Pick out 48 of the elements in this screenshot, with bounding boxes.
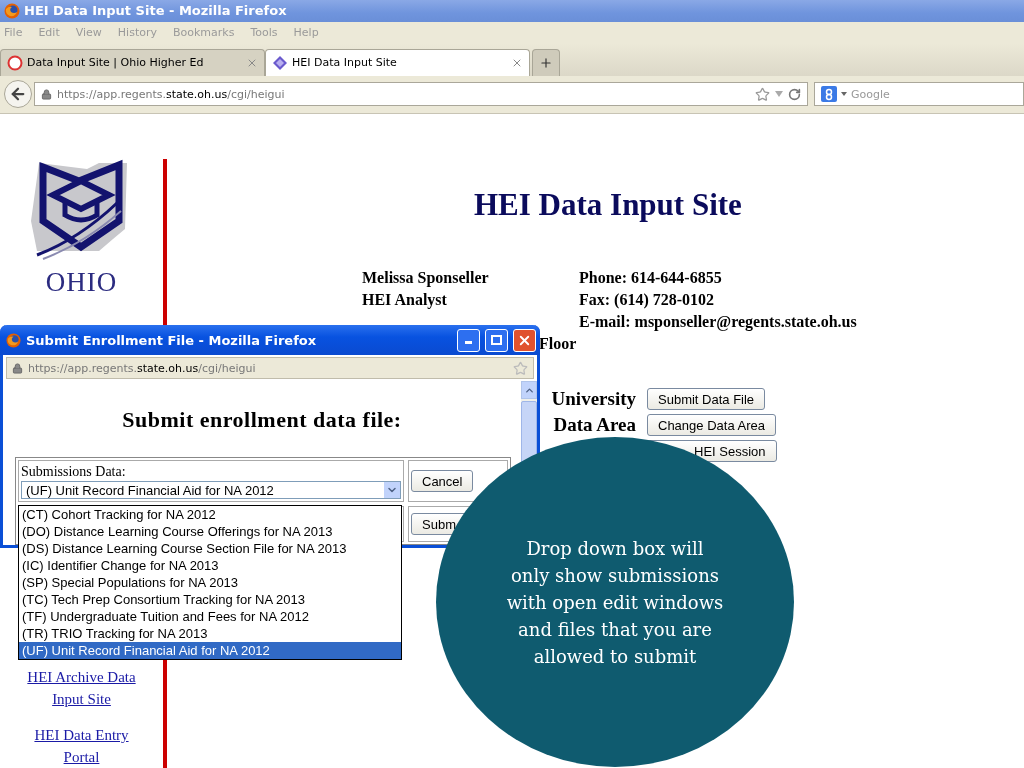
url-text: https://app.regents.state.oh.us/cgi/heigui <box>57 87 286 101</box>
action-button[interactable]: Change Data Area <box>647 414 776 436</box>
contact-name: Melissa Sponseller <box>362 268 490 289</box>
new-tab-button[interactable] <box>532 48 560 76</box>
lock-icon <box>12 362 23 374</box>
search-engine-icon <box>821 86 837 103</box>
window-title: HEI Data Input Site - Mozilla Firefox <box>24 3 287 19</box>
maximize-icon <box>491 335 502 345</box>
contact-fax: Fax: (614) 728-0102 <box>579 290 716 311</box>
contact-phone: Phone: 614-644-6855 <box>579 268 723 288</box>
diamond-icon <box>272 54 288 71</box>
firefox-icon <box>6 332 21 348</box>
popup-heading: Submit enrollment data file: <box>121 407 403 433</box>
data-entry-link[interactable]: HEI Data Entry Portal <box>21 724 142 768</box>
callout-text: Drop down box will only show submissions with open edit windows and files that you are allowed to submit <box>505 536 725 669</box>
star-icon[interactable] <box>755 86 770 102</box>
cancel-button[interactable]: Cancel <box>411 470 474 492</box>
action-button[interactable]: Submit Data File <box>647 388 766 410</box>
submission-select[interactable]: (UF) Unit Record Financial Aid for NA 2012 <box>21 481 401 499</box>
address-field[interactable]: https://app.regents.state.oh.us/cgi/heigui <box>34 82 808 107</box>
dropdown-icon[interactable] <box>841 92 847 97</box>
area-label: Data Area <box>553 414 636 436</box>
maximize-button[interactable] <box>485 328 508 352</box>
page-title: HEI Data Input Site <box>474 187 743 223</box>
address-text: Floor <box>539 334 577 354</box>
contact-role: HEI Analyst <box>362 290 448 311</box>
lock-icon <box>41 88 52 100</box>
contact-email: E-mail: msponseller@regents.state.oh.us <box>579 312 858 333</box>
field-label: Submissions Data: <box>21 463 127 481</box>
close-button[interactable] <box>513 328 536 352</box>
star-icon[interactable] <box>513 360 528 376</box>
browser-tab[interactable]: Data Input Site | Ohio Higher Ed <box>0 48 265 76</box>
popup-title: Submit Enrollment File - Mozilla Firefox <box>26 332 318 348</box>
dropdown-option[interactable]: (UF) Unit Record Financial Aid for NA 2012 <box>19 642 401 659</box>
logo-text: OHIO <box>45 267 118 298</box>
search-placeholder: Google <box>851 87 890 101</box>
tab-label: HEI Data Input Site <box>292 56 398 70</box>
ring-icon <box>7 54 23 71</box>
plus-icon <box>539 55 553 70</box>
browser-tab[interactable]: HEI Data Input Site <box>265 48 530 76</box>
firefox-icon <box>4 2 20 19</box>
tab-label: Data Input Site | Ohio Higher Ed <box>27 56 205 70</box>
area-label: University <box>551 388 636 410</box>
url-text: https://app.regents.state.oh.us/cgi/heigui <box>28 361 257 375</box>
archive-link[interactable]: HEI Archive Data Input Site <box>21 666 142 710</box>
back-button[interactable] <box>4 80 32 109</box>
minimize-button[interactable] <box>457 328 480 352</box>
reload-icon[interactable] <box>788 87 801 101</box>
